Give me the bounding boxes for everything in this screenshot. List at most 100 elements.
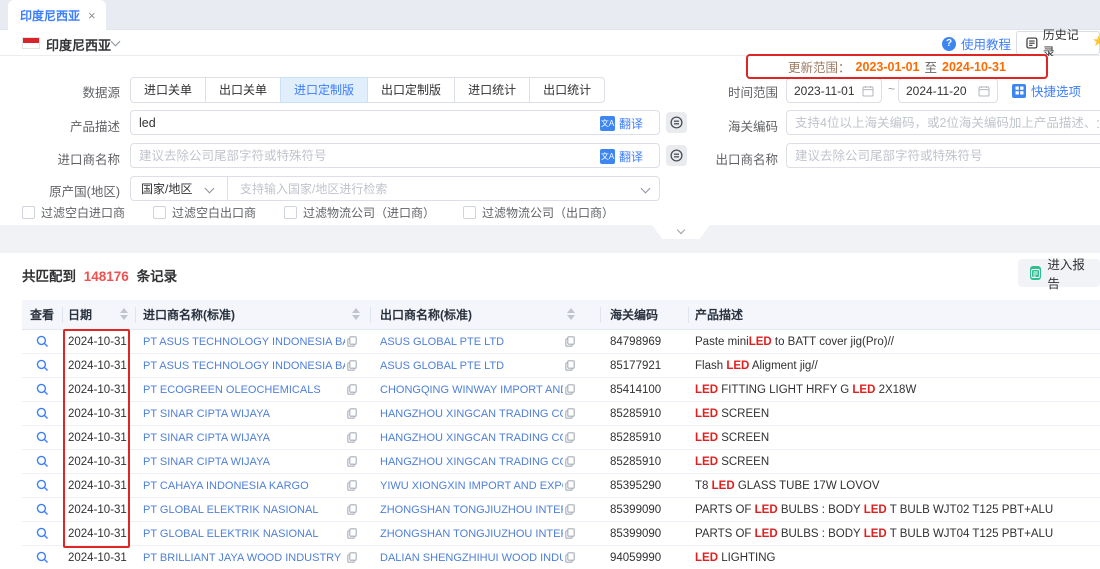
copy-icon[interactable] [565, 336, 575, 350]
tab-indonesia[interactable]: 印度尼西亚 × [8, 0, 106, 30]
product-desc-label: 产品描述 [20, 116, 120, 135]
tab-close-icon[interactable]: × [88, 9, 96, 22]
date-end-input[interactable]: 2024-11-20 [898, 78, 998, 103]
sort-exporter-button[interactable] [567, 308, 575, 320]
exporter-name-input[interactable] [786, 143, 1100, 168]
copy-icon[interactable] [347, 384, 357, 398]
importer-link[interactable]: PT GLOBAL ELEKTRIK NASIONAL [143, 522, 345, 546]
magnifier-icon[interactable] [36, 335, 49, 348]
exporter-link[interactable]: DALIAN SHENGZHIHUI WOOD INDUST... [380, 546, 563, 569]
exporter-link[interactable]: YIWU XIONGXIN IMPORT AND EXPORT... [380, 474, 563, 498]
update-range-start: 2023-01-01 [856, 60, 920, 74]
copy-icon[interactable] [565, 408, 575, 422]
collapse-form-button[interactable] [652, 225, 710, 239]
translate-label: 翻译 [619, 115, 643, 132]
checkbox-icon[interactable] [22, 206, 35, 219]
hs-code-cell: 84798969 [610, 330, 661, 354]
importer-link[interactable]: PT CAHAYA INDONESIA KARGO [143, 474, 345, 498]
origin-type-dropdown[interactable]: 国家/地区 [131, 180, 227, 197]
importer-link[interactable]: PT ASUS TECHNOLOGY INDONESIA BA... [143, 354, 345, 378]
quick-options-link[interactable]: 快捷选项 [1012, 81, 1081, 100]
data-source-tab-5[interactable]: 出口统计 [529, 77, 605, 103]
view-cell [22, 546, 62, 569]
data-source-tab-0[interactable]: 进口关单 [130, 77, 206, 103]
magnifier-icon[interactable] [36, 527, 49, 540]
quick-options-icon [1012, 84, 1026, 98]
copy-icon[interactable] [347, 456, 357, 470]
hs-code-input[interactable] [786, 110, 1100, 135]
copy-icon[interactable] [565, 552, 575, 566]
exporter-link[interactable]: ASUS GLOBAL PTE LTD [380, 330, 563, 354]
favorite-star-icon[interactable]: ★ [1092, 32, 1100, 50]
checkbox-icon[interactable] [284, 206, 297, 219]
data-source-tab-4[interactable]: 进口统计 [454, 77, 530, 103]
filter-checkbox-3[interactable]: 过滤物流公司（出口商） [463, 204, 614, 221]
magnifier-icon[interactable] [36, 551, 49, 564]
checkbox-icon[interactable] [153, 206, 166, 219]
chevron-down-icon[interactable] [111, 37, 121, 47]
hs-code-cell: 85395290 [610, 474, 661, 498]
history-button[interactable]: 历史记录 [1016, 31, 1100, 55]
country-selector-label[interactable]: 印度尼西亚 [46, 35, 111, 54]
magnifier-icon[interactable] [36, 503, 49, 516]
copy-icon[interactable] [347, 408, 357, 422]
copy-icon[interactable] [347, 504, 357, 518]
data-source-tab-1[interactable]: 出口关单 [205, 77, 281, 103]
product-desc-cell: LED SCREEN [695, 450, 1095, 474]
exporter-link[interactable]: ZHONGSHAN TONGJIUZHOU INTERNA... [380, 522, 563, 546]
exact-match-toggle-button[interactable] [666, 145, 687, 166]
importer-link[interactable]: PT ASUS TECHNOLOGY INDONESIA BA... [143, 330, 345, 354]
copy-icon[interactable] [565, 480, 575, 494]
checkbox-icon[interactable] [463, 206, 476, 219]
tutorial-link[interactable]: ? 使用教程 [942, 34, 1011, 53]
copy-icon[interactable] [565, 504, 575, 518]
exporter-link[interactable]: HANGZHOU XINGCAN TRADING CO LTD [380, 450, 563, 474]
exporter-link[interactable]: ZHONGSHAN TONGJIUZHOU INTERNA... [380, 498, 563, 522]
sort-date-button[interactable] [120, 308, 128, 320]
filter-checkbox-0[interactable]: 过滤空白进口商 [22, 204, 125, 221]
copy-icon[interactable] [565, 384, 575, 398]
magnifier-icon[interactable] [36, 479, 49, 492]
magnifier-icon[interactable] [36, 383, 49, 396]
importer-name-input[interactable] [130, 143, 660, 168]
magnifier-icon[interactable] [36, 359, 49, 372]
importer-link[interactable]: PT BRILLIANT JAYA WOOD INDUSTRY [143, 546, 345, 569]
importer-link[interactable]: PT ECOGREEN OLEOCHEMICALS [143, 378, 345, 402]
magnifier-icon[interactable] [36, 431, 49, 444]
copy-icon[interactable] [347, 360, 357, 374]
data-source-tab-3[interactable]: 出口定制版 [367, 77, 455, 103]
panel-gap [0, 225, 1100, 253]
copy-icon[interactable] [347, 432, 357, 446]
copy-icon[interactable] [347, 528, 357, 542]
magnifier-icon[interactable] [36, 455, 49, 468]
hs-code-cell: 85285910 [610, 450, 661, 474]
copy-icon[interactable] [565, 528, 575, 542]
importer-link[interactable]: PT SINAR CIPTA WIJAYA [143, 426, 345, 450]
copy-icon[interactable] [347, 552, 357, 566]
copy-icon[interactable] [565, 432, 575, 446]
importer-link[interactable]: PT SINAR CIPTA WIJAYA [143, 402, 345, 426]
date-start-input[interactable]: 2023-11-01 [786, 78, 882, 103]
exporter-link[interactable]: HANGZHOU XINGCAN TRADING CO LTD [380, 402, 563, 426]
copy-icon[interactable] [565, 360, 575, 374]
exporter-link[interactable]: ASUS GLOBAL PTE LTD [380, 354, 563, 378]
translate-button[interactable]: 文A 翻译 [600, 148, 643, 165]
exact-match-toggle-button[interactable] [666, 112, 687, 133]
exporter-link[interactable]: HANGZHOU XINGCAN TRADING CO LTD [380, 426, 563, 450]
copy-icon[interactable] [565, 456, 575, 470]
filter-checkbox-1[interactable]: 过滤空白出口商 [153, 204, 256, 221]
enter-report-button[interactable]: 进入报告 [1018, 259, 1100, 287]
product-desc-input[interactable] [130, 110, 660, 135]
copy-icon[interactable] [347, 336, 357, 350]
importer-link[interactable]: PT GLOBAL ELEKTRIK NASIONAL [143, 498, 345, 522]
importer-link[interactable]: PT SINAR CIPTA WIJAYA [143, 450, 345, 474]
exporter-link[interactable]: CHONGQING WINWAY IMPORT AND E... [380, 378, 563, 402]
translate-button[interactable]: 文A 翻译 [600, 115, 643, 132]
magnifier-icon[interactable] [36, 407, 49, 420]
sort-importer-button[interactable] [352, 308, 360, 320]
origin-country-select[interactable]: 国家/地区 支持输入国家/地区进行检索 [130, 176, 660, 201]
filter-checkbox-2[interactable]: 过滤物流公司（进口商） [284, 204, 435, 221]
copy-icon[interactable] [347, 480, 357, 494]
data-source-tab-2[interactable]: 进口定制版 [280, 77, 368, 103]
view-cell [22, 474, 62, 498]
